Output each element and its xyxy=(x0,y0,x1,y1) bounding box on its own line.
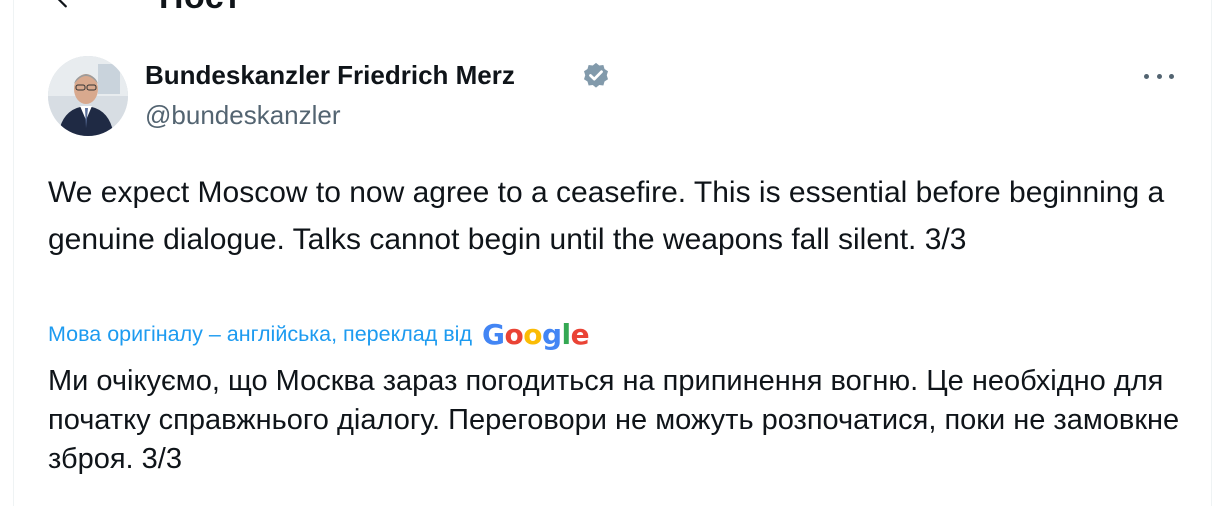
author-handle[interactable]: @bundeskanzler xyxy=(145,100,341,131)
translation-link[interactable]: Мова оригіналу – англійська, переклад ві… xyxy=(48,322,472,347)
dot xyxy=(1169,73,1174,79)
translated-text: Ми очікуємо, що Москва зараз погодиться … xyxy=(48,365,1180,475)
more-horizontal-icon[interactable] xyxy=(1142,65,1176,87)
google-logo-letter: G xyxy=(482,318,505,351)
post-view: Пост Bundeskanzler Friedrich Merz @bunde… xyxy=(13,0,1212,506)
verified-badge-icon[interactable] xyxy=(581,61,611,91)
dot xyxy=(1156,73,1162,79)
google-logo-letter: o xyxy=(523,318,542,351)
google-logo: Google xyxy=(482,318,590,351)
page-title: Пост xyxy=(159,0,241,17)
top-header: Пост xyxy=(14,0,1211,20)
tweet-text: We expect Moscow to now agree to a cease… xyxy=(48,176,1165,256)
google-logo-letter: o xyxy=(504,318,524,351)
translation-attribution: Мова оригіналу – англійська, переклад ві… xyxy=(48,318,590,351)
author-name[interactable]: Bundeskanzler Friedrich Merz xyxy=(145,60,515,91)
dot xyxy=(1144,73,1149,79)
arrow-left-icon[interactable] xyxy=(52,0,74,10)
google-logo-letter: g xyxy=(541,318,562,351)
avatar[interactable] xyxy=(48,56,128,136)
google-logo-letter: l xyxy=(561,318,572,351)
google-logo-letter: e xyxy=(570,318,590,351)
avatar-photo xyxy=(48,56,128,136)
